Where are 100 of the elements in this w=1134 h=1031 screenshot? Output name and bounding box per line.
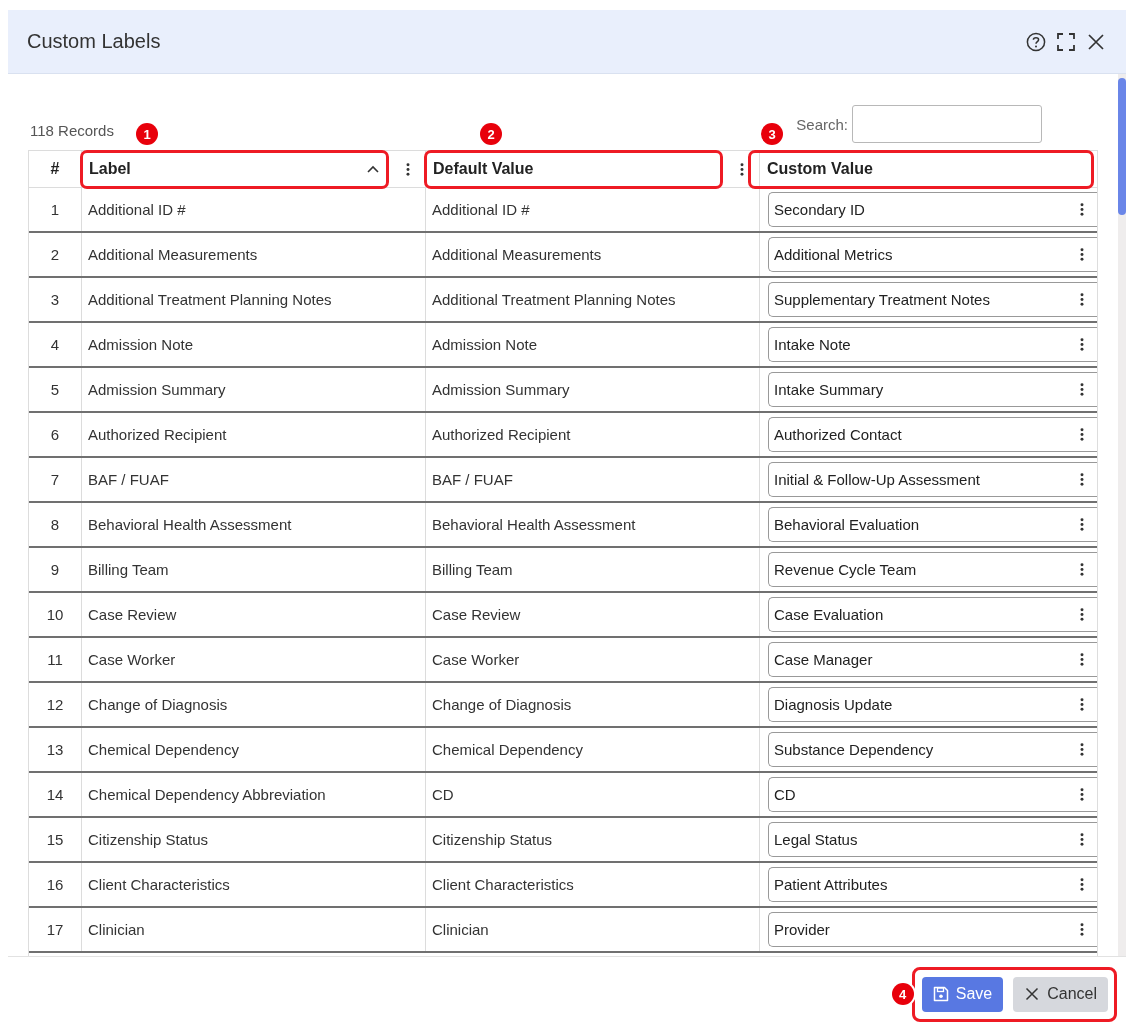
row-number: 2 — [49, 245, 61, 265]
search-label: Search: — [796, 115, 848, 133]
kebab-menu-icon[interactable] — [1080, 473, 1084, 486]
table-cell: Billing Team — [81, 548, 425, 591]
table-cell: Change of Diagnosis — [81, 683, 425, 726]
table-cell: Client Characteristics — [425, 863, 759, 906]
table-cell: Admission Summary — [425, 368, 759, 411]
table-cell: Citizenship Status — [425, 818, 759, 861]
row-number: 17 — [45, 920, 65, 940]
table-cell: Additional Measurements — [425, 233, 759, 276]
text-field[interactable]: Additional Metrics — [768, 237, 1097, 272]
text-field[interactable]: Initial & Follow-Up Assessment — [768, 462, 1097, 497]
column-header[interactable]: Custom Value — [767, 160, 873, 178]
table-cell: BAF / FUAF — [81, 458, 425, 501]
table-cell: Citizenship Status — [81, 818, 425, 861]
table-cell: Admission Note — [425, 323, 759, 366]
table-cell: Additional ID # — [81, 188, 425, 231]
cancel-button[interactable]: Cancel — [1013, 976, 1108, 1012]
table-cell: CD — [425, 773, 759, 816]
table-cell: Case Review — [81, 593, 425, 636]
text-field[interactable]: CD — [768, 777, 1097, 812]
table-cell: Additional Treatment Planning Notes — [81, 278, 425, 321]
table-cell: Chemical Dependency — [81, 728, 425, 771]
table-cell: Change of Diagnosis — [425, 683, 759, 726]
kebab-menu-icon[interactable] — [1080, 743, 1084, 756]
table-cell: Billing Team — [425, 548, 759, 591]
row-number: 4 — [49, 335, 61, 355]
table-cell: Case Worker — [425, 638, 759, 681]
help-icon[interactable] — [1026, 31, 1046, 52]
table-cell: Authorized Recipient — [425, 413, 759, 456]
text-field[interactable]: Supplementary Treatment Notes — [768, 282, 1097, 317]
text-field[interactable]: Case Evaluation — [768, 597, 1097, 632]
row-number: 11 — [46, 650, 64, 670]
row-number: 12 — [45, 695, 65, 715]
table-cell: Additional ID # — [425, 188, 759, 231]
text-field[interactable]: Substance Dependency — [768, 732, 1097, 767]
table-cell: Additional Treatment Planning Notes — [425, 278, 759, 321]
text-field[interactable]: Behavioral Evaluation — [768, 507, 1097, 542]
row-number: 8 — [49, 515, 61, 535]
kebab-menu-icon[interactable] — [1080, 428, 1084, 441]
row-number: 6 — [49, 425, 61, 445]
text-field[interactable]: Revenue Cycle Team — [768, 552, 1097, 587]
kebab-menu-icon[interactable] — [1080, 923, 1084, 936]
kebab-menu-icon[interactable] — [1080, 653, 1084, 666]
text-field[interactable]: Patient Attributes — [768, 867, 1097, 902]
row-number: 5 — [49, 380, 61, 400]
table-cell: Chemical Dependency Abbreviation — [81, 773, 425, 816]
table-cell: Admission Summary — [81, 368, 425, 411]
kebab-menu-icon[interactable] — [1080, 293, 1084, 306]
scrollbar[interactable] — [1118, 74, 1126, 956]
text-field[interactable]: Intake Note — [768, 327, 1097, 362]
kebab-menu-icon[interactable] — [1080, 698, 1084, 711]
table-cell: Clinician — [81, 908, 425, 951]
row-number: 9 — [49, 560, 61, 580]
text-field[interactable]: Provider — [768, 912, 1097, 947]
kebab-menu-icon[interactable] — [1080, 833, 1084, 846]
callout-number: 2 — [480, 123, 502, 145]
search-field[interactable] — [852, 105, 1042, 143]
column-header[interactable]: Label — [89, 160, 131, 178]
text-field[interactable]: Case Manager — [768, 642, 1097, 677]
row-number: 15 — [45, 830, 65, 850]
chevron-up-icon[interactable] — [367, 165, 379, 173]
row-number: 1 — [49, 200, 61, 220]
close-icon[interactable] — [1086, 31, 1106, 52]
kebab-menu-icon[interactable] — [1080, 788, 1084, 801]
text-field[interactable]: Secondary ID — [768, 192, 1097, 227]
callout-number: 3 — [761, 123, 783, 145]
text-field[interactable]: Diagnosis Update — [768, 687, 1097, 722]
kebab-menu-icon[interactable] — [1080, 518, 1084, 531]
save-icon — [932, 986, 949, 1002]
text-field[interactable]: Authorized Contact — [768, 417, 1097, 452]
row-number: 10 — [45, 605, 65, 625]
table-cell: Behavioral Health Assessment — [81, 503, 425, 546]
kebab-menu-icon[interactable] — [1080, 878, 1084, 891]
save-button[interactable]: Save — [921, 976, 1004, 1012]
kebab-menu-icon[interactable] — [740, 162, 744, 176]
text-field[interactable]: Legal Status — [768, 822, 1097, 857]
row-number: 3 — [49, 290, 61, 310]
table-cell: Behavioral Health Assessment — [425, 503, 759, 546]
kebab-menu-icon[interactable] — [1080, 383, 1084, 396]
table-cell: Case Review — [425, 593, 759, 636]
table-cell: BAF / FUAF — [425, 458, 759, 501]
table-cell: Admission Note — [81, 323, 425, 366]
table-cell: Case Worker — [81, 638, 425, 681]
kebab-menu-icon[interactable] — [1080, 563, 1084, 576]
column-header[interactable]: # — [50, 160, 60, 178]
fullscreen-icon[interactable] — [1056, 31, 1076, 52]
text-field[interactable]: Intake Summary — [768, 372, 1097, 407]
column-header[interactable]: Default Value — [433, 160, 534, 178]
kebab-menu-icon[interactable] — [1080, 338, 1084, 351]
kebab-menu-icon[interactable] — [1080, 608, 1084, 621]
table-cell: Additional Measurements — [81, 233, 425, 276]
table-cell: Clinician — [425, 908, 759, 951]
kebab-menu-icon[interactable] — [1080, 203, 1084, 216]
scrollbar-thumb[interactable] — [1118, 78, 1126, 215]
table-cell: Client Characteristics — [81, 863, 425, 906]
kebab-menu-icon[interactable] — [1080, 248, 1084, 261]
row-number: 7 — [49, 470, 61, 490]
row-number: 16 — [45, 875, 65, 895]
kebab-menu-icon[interactable] — [406, 162, 410, 176]
